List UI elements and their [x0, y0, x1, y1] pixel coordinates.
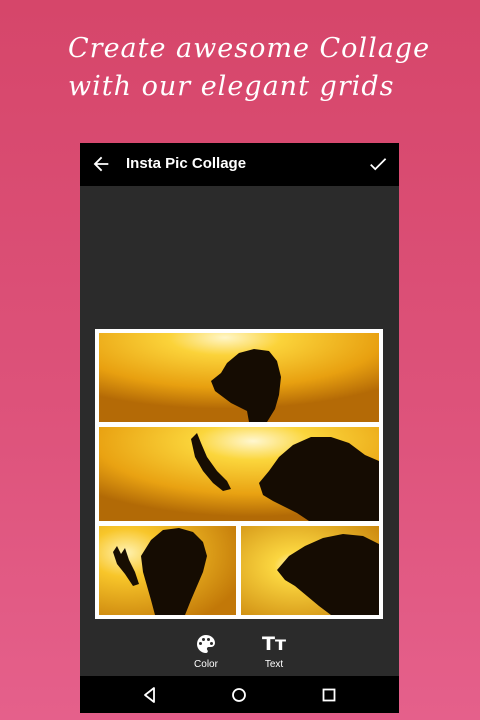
- collage-photo-4[interactable]: [241, 526, 379, 615]
- app-bar: Insta Pic Collage: [80, 143, 399, 186]
- text-tool-button[interactable]: Tт Text: [249, 632, 299, 670]
- collage-canvas: [80, 186, 399, 626]
- nav-back-icon[interactable]: [140, 685, 160, 705]
- silhouette-photo-3: [99, 526, 236, 615]
- silhouette-photo-2: [99, 427, 379, 521]
- collage-photo-1[interactable]: [99, 333, 379, 422]
- promo-line-2: with our elegant grids: [68, 71, 395, 102]
- phone-screen: Insta Pic Collage Color Tт Text: [80, 143, 399, 713]
- color-tool-button[interactable]: Color: [181, 632, 231, 670]
- nav-recents-icon[interactable]: [319, 685, 339, 705]
- arrow-left-icon[interactable]: [90, 153, 112, 175]
- system-nav-bar: [80, 676, 399, 713]
- nav-home-icon[interactable]: [229, 685, 249, 705]
- palette-icon: [197, 635, 215, 653]
- silhouette-photo-4: [241, 526, 379, 615]
- text-size-icon: Tт: [262, 633, 286, 655]
- promo-line-1: Create awesome Collage: [68, 33, 431, 64]
- color-tool-label: Color: [194, 659, 218, 670]
- check-icon[interactable]: [367, 153, 389, 175]
- app-title: Insta Pic Collage: [126, 155, 247, 172]
- collage-photo-2[interactable]: [99, 427, 379, 521]
- collage-grid: [95, 329, 383, 619]
- silhouette-photo-1: [99, 333, 379, 422]
- promo-heading: Create awesome Collage with our elegant …: [0, 30, 480, 106]
- text-tool-label: Text: [264, 659, 284, 670]
- collage-photo-3[interactable]: [99, 526, 236, 615]
- bottom-toolbar: Color Tт Text: [80, 626, 399, 676]
